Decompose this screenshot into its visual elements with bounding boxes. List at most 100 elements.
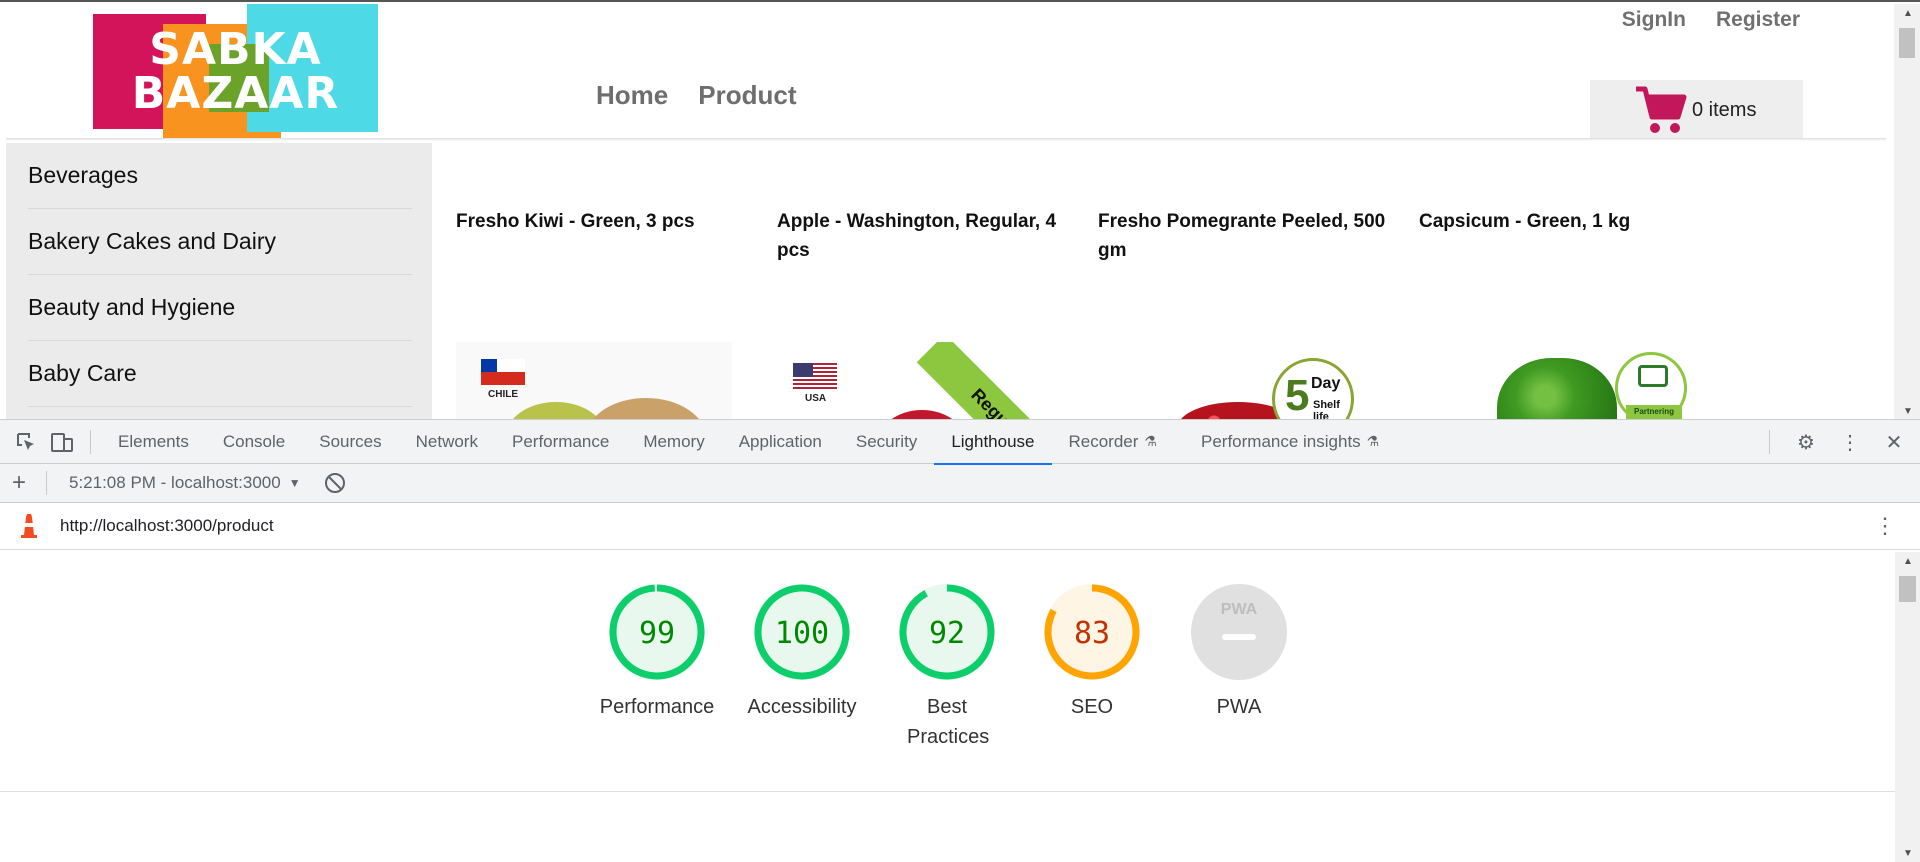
experimental-flask-icon: ⚗ — [1144, 433, 1157, 449]
logo-line-1: SABKA — [149, 24, 322, 75]
report-url[interactable]: http://localhost:3000/product — [60, 516, 274, 536]
tab-sources[interactable]: Sources — [302, 420, 398, 464]
shelf-life-badge: 5 Day Shelf life — [1272, 358, 1354, 419]
new-report-icon[interactable]: + — [12, 469, 36, 497]
category-sidebar: Beverages Bakery Cakes and Dairy Beauty … — [6, 143, 432, 419]
devtools-panel: Elements Console Sources Network Perform… — [0, 419, 1920, 862]
pwa-dash-icon — [1222, 634, 1256, 640]
register-link[interactable]: Register — [1716, 8, 1800, 32]
gauge-label: PWA — [1216, 696, 1262, 718]
nav-home[interactable]: Home — [596, 80, 668, 111]
product-image-apple[interactable]: USA Regular — [777, 342, 1053, 419]
page-scrollbar[interactable]: ▲ ▼ — [1894, 4, 1920, 419]
gauge-ring: 92 — [899, 584, 995, 680]
close-devtools-icon[interactable]: ✕ — [1876, 430, 1912, 455]
product-card: Apple - Washington, Regular, 4 pcs USA R… — [777, 207, 1098, 419]
badge-caption: Shelf life — [1313, 399, 1340, 419]
report-url-bar: http://localhost:3000/product ⋮ — [0, 503, 1920, 550]
more-options-icon[interactable]: ⋮ — [1832, 430, 1868, 455]
gauge-performance[interactable]: 99 Performance — [592, 582, 722, 722]
product-image-kiwi[interactable]: CHILE — [456, 342, 732, 419]
product-title[interactable]: Fresho Kiwi - Green, 3 pcs — [456, 207, 747, 342]
lighthouse-scores: 99 Performance 100 Accessibility 92 Best Prac… — [0, 552, 1895, 792]
logo-line-2: BAZAAR — [131, 68, 340, 119]
ribbon-label: Regular — [967, 384, 1030, 419]
lighthouse-toolbar: + 5:21:08 PM - localhost:3000 ▼ — [0, 464, 1920, 503]
scrollbar-thumb[interactable] — [1899, 28, 1915, 58]
tab-separator — [90, 429, 91, 454]
actions-separator — [1769, 430, 1770, 454]
product-image-capsicum[interactable]: Partnering with — [1419, 342, 1695, 419]
product-card: Capsicum - Green, 1 kg Partnering with — [1419, 207, 1740, 419]
device-toolbar-icon[interactable] — [44, 431, 80, 453]
tab-security[interactable]: Security — [839, 420, 934, 464]
toolbar-separator — [46, 471, 47, 495]
nav-product[interactable]: Product — [698, 80, 796, 111]
cart-button[interactable]: 0 items — [1590, 80, 1803, 140]
tab-performance[interactable]: Performance — [495, 420, 626, 464]
scroll-up-icon[interactable]: ▲ — [1903, 556, 1913, 567]
tab-network[interactable]: Network — [399, 420, 495, 464]
lighthouse-icon — [21, 514, 37, 538]
product-title[interactable]: Fresho Pomegrante Peeled, 500 gm — [1098, 207, 1389, 342]
tab-console[interactable]: Console — [206, 420, 302, 464]
product-card: Fresho Pomegrante Peeled, 500 gm 5 Day S… — [1098, 207, 1419, 419]
website-viewport: SABKA BAZAAR SignIn Register Home Produc… — [0, 0, 1920, 419]
badge-unit: Day — [1311, 375, 1341, 392]
gauge-ring: 83 — [1044, 584, 1140, 680]
gauge-score: 92 — [929, 616, 965, 651]
clear-reports-icon[interactable] — [324, 473, 345, 493]
gauge-label: Performance — [599, 696, 715, 718]
auth-links: SignIn Register — [1622, 8, 1800, 32]
settings-gear-icon[interactable]: ⚙ — [1788, 430, 1824, 455]
sidebar-item-beverages[interactable]: Beverages — [28, 143, 412, 209]
sidebar-item-beauty[interactable]: Beauty and Hygiene — [28, 275, 412, 341]
regular-ribbon: Regular — [916, 342, 1053, 419]
gauge-pwa[interactable]: PWA PWA — [1174, 582, 1304, 722]
sabka-bazaar-logo[interactable]: SABKA BAZAAR — [93, 4, 378, 139]
gauge-score: 83 — [1074, 616, 1110, 651]
tab-recorder-label: Recorder — [1068, 431, 1139, 451]
gauge-label: Best Practices — [907, 696, 990, 748]
header-divider — [6, 138, 1886, 141]
tab-performance-insights-label: Performance insights — [1200, 431, 1361, 451]
tab-recorder[interactable]: Recorder ⚗ — [1052, 420, 1174, 464]
tab-lighthouse[interactable]: Lighthouse — [934, 420, 1052, 465]
flag-label: CHILE — [488, 389, 518, 400]
scroll-down-icon[interactable]: ▼ — [1903, 406, 1913, 417]
gauge-ring: 99 — [609, 584, 705, 680]
gauge-score: 100 — [775, 616, 829, 651]
tab-performance-insights[interactable]: Performance insights ⚗ — [1184, 420, 1396, 464]
gauge-accessibility[interactable]: 100 Accessibility — [737, 582, 867, 722]
product-title[interactable]: Capsicum - Green, 1 kg — [1419, 207, 1710, 342]
scrollbar-thumb[interactable] — [1899, 576, 1916, 602]
tab-application[interactable]: Application — [722, 420, 839, 464]
sidebar-item-baby-care[interactable]: Baby Care — [28, 341, 412, 407]
badge-number: 5 — [1285, 371, 1310, 419]
gauge-background — [1191, 584, 1287, 680]
bigbasket-partner-badge: Partnering with — [1615, 352, 1687, 419]
devtools-actions: ⚙ ⋮ ✕ — [1759, 420, 1912, 464]
gauge-seo[interactable]: 83 SEO — [1027, 582, 1157, 722]
gauge-best-practices[interactable]: 92 Best Practices — [882, 582, 1012, 752]
inspect-element-icon[interactable] — [8, 431, 44, 453]
signin-link[interactable]: SignIn — [1622, 8, 1686, 32]
scroll-down-icon[interactable]: ▼ — [1903, 848, 1913, 859]
chile-flag-icon — [481, 359, 525, 385]
cart-count: 0 items — [1692, 98, 1757, 121]
product-title[interactable]: Apple - Washington, Regular, 4 pcs — [777, 207, 1068, 342]
devtools-scrollbar[interactable]: ▲ ▼ — [1895, 552, 1920, 862]
experimental-flask-icon: ⚗ — [1366, 433, 1380, 449]
dropdown-caret-icon[interactable]: ▼ — [289, 476, 301, 490]
product-image-pomegranate[interactable]: 5 Day Shelf life — [1098, 342, 1374, 419]
report-menu-icon[interactable]: ⋮ — [1874, 513, 1896, 539]
tab-elements[interactable]: Elements — [101, 420, 206, 464]
report-selector[interactable]: 5:21:08 PM - localhost:3000 — [69, 473, 281, 493]
devtools-tab-bar: Elements Console Sources Network Perform… — [0, 420, 1920, 465]
logo-text: SABKA BAZAAR — [118, 28, 353, 116]
tab-memory[interactable]: Memory — [626, 420, 721, 464]
scroll-up-icon[interactable]: ▲ — [1903, 8, 1913, 19]
gauge-score: 99 — [639, 616, 675, 651]
usa-flag-icon — [793, 363, 837, 389]
sidebar-item-bakery[interactable]: Bakery Cakes and Dairy — [28, 209, 412, 275]
